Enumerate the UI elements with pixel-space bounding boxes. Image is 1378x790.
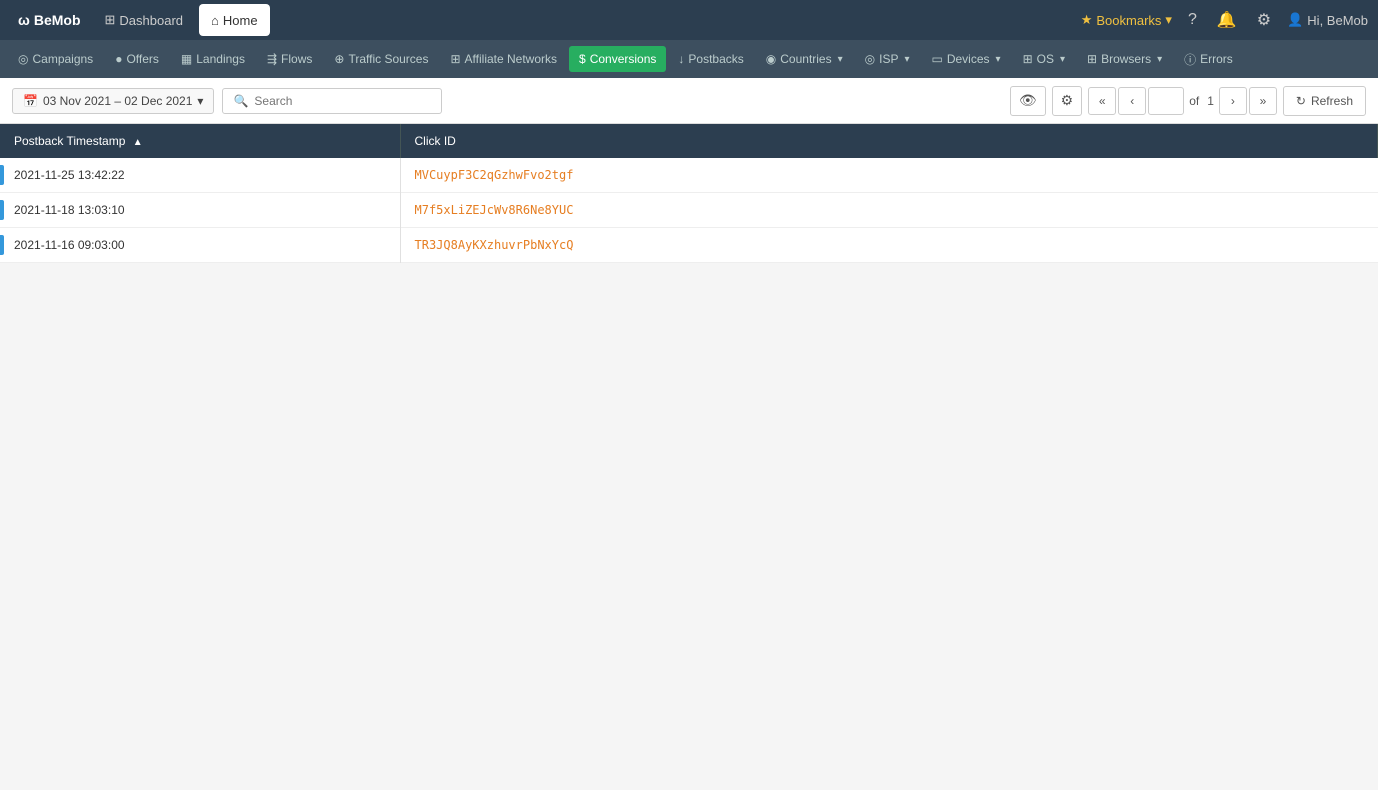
last-page-button[interactable]: » — [1249, 87, 1277, 115]
devices-icon: ▭ — [932, 52, 943, 66]
nav-conversions[interactable]: $ Conversions — [569, 46, 666, 72]
nav-errors[interactable]: ⓘ Errors — [1174, 45, 1243, 74]
next-page-button[interactable]: › — [1219, 87, 1247, 115]
conversions-icon: $ — [579, 52, 586, 66]
search-box: 🔍 — [222, 88, 442, 114]
browsers-icon: ⊞ — [1087, 52, 1097, 66]
nav-browsers[interactable]: ⊞ Browsers — [1077, 46, 1172, 72]
nav-devices[interactable]: ▭ Devices — [922, 46, 1011, 72]
landings-icon: ▦ — [181, 52, 192, 66]
table-row: 2021-11-16 09:03:00 TR3JQ8AyKXzhuvrPbNxYc… — [0, 228, 1378, 263]
date-picker-button[interactable]: 📅 03 Nov 2021 – 02 Dec 2021 ▾ — [12, 88, 214, 114]
sort-icon: ▲ — [133, 137, 143, 148]
col-click-id[interactable]: Click ID — [400, 124, 1378, 158]
page-number-input[interactable]: 1 — [1148, 87, 1184, 115]
nav-campaigns[interactable]: ◎ Campaigns — [8, 46, 103, 72]
campaigns-icon: ◎ — [18, 52, 28, 66]
search-icon: 🔍 — [233, 94, 248, 108]
toolbar: 📅 03 Nov 2021 – 02 Dec 2021 ▾ 🔍 👁 ⚙ « ‹ … — [0, 78, 1378, 124]
flows-icon: ⇶ — [267, 52, 277, 66]
pagination: « ‹ 1 of 1 › » — [1088, 87, 1277, 115]
top-nav: ω BeMob ⊞ Dashboard ⌂ Home ★ Bookmarks ▾… — [0, 0, 1378, 40]
table-row: 2021-11-18 13:03:10 M7f5xLiZEJcWv8R6Ne8YU… — [0, 193, 1378, 228]
secondary-nav: ◎ Campaigns ● Offers ▦ Landings ⇶ Flows … — [0, 40, 1378, 78]
logo-icon: ω — [18, 12, 30, 28]
toolbar-right: 👁 ⚙ « ‹ 1 of 1 › » ↻ Refresh — [1010, 86, 1366, 116]
offers-icon: ● — [115, 52, 122, 66]
tab-home[interactable]: ⌂ Home — [199, 4, 270, 36]
cell-click-id: M7f5xLiZEJcWv8R6Ne8YUC — [400, 193, 1378, 228]
nav-offers[interactable]: ● Offers — [105, 46, 169, 72]
prev-page-button[interactable]: ‹ — [1118, 87, 1146, 115]
settings-tool-button[interactable]: ⚙ — [1052, 86, 1083, 116]
settings-button[interactable]: ⚙ — [1253, 6, 1275, 34]
click-id-link[interactable]: TR3JQ8AyKXzhuvrPbNxYcQ — [415, 238, 574, 252]
help-button[interactable]: ? — [1184, 7, 1201, 33]
nav-traffic-sources[interactable]: ⊕ Traffic Sources — [324, 46, 438, 72]
notifications-button[interactable]: 🔔 — [1213, 6, 1241, 34]
nav-os[interactable]: ⊞ OS — [1013, 46, 1075, 72]
table-row: 2021-11-25 13:42:22 MVCuypF3C2qGzhwFvo2tg… — [0, 158, 1378, 193]
table-container: Postback Timestamp ▲ Click ID 2021-11-25… — [0, 124, 1378, 263]
traffic-sources-icon: ⊕ — [334, 52, 344, 66]
row-indicator — [0, 200, 4, 220]
calendar-icon: 📅 — [23, 94, 38, 108]
errors-icon: ⓘ — [1184, 51, 1196, 68]
nav-isp[interactable]: ◎ ISP — [855, 46, 920, 72]
bookmarks-button[interactable]: ★ Bookmarks ▾ — [1081, 12, 1172, 28]
page-total: 1 — [1207, 94, 1214, 108]
isp-icon: ◎ — [865, 52, 875, 66]
chevron-down-icon: ▾ — [197, 94, 203, 108]
cell-click-id: MVCuypF3C2qGzhwFvo2tgf — [400, 158, 1378, 193]
nav-postbacks[interactable]: ↓ Postbacks — [668, 46, 753, 72]
cell-click-id: TR3JQ8AyKXzhuvrPbNxYcQ — [400, 228, 1378, 263]
dashboard-icon: ⊞ — [105, 12, 116, 28]
countries-icon: ◉ — [766, 52, 776, 66]
cell-postback-timestamp: 2021-11-25 13:42:22 — [0, 158, 400, 193]
cell-postback-timestamp: 2021-11-16 09:03:00 — [0, 228, 400, 263]
row-indicator — [0, 165, 4, 185]
os-icon: ⊞ — [1023, 52, 1033, 66]
refresh-icon: ↻ — [1296, 94, 1306, 108]
user-menu[interactable]: 👤 Hi, BeMob — [1287, 12, 1368, 28]
eye-icon: 👁 — [1019, 92, 1037, 109]
gear-icon: ⚙ — [1061, 92, 1074, 109]
page-of-label: of — [1189, 94, 1199, 108]
chevron-down-icon: ▾ — [1165, 12, 1172, 28]
postbacks-icon: ↓ — [678, 52, 684, 66]
nav-flows[interactable]: ⇶ Flows — [257, 46, 322, 72]
home-icon: ⌂ — [211, 13, 219, 28]
search-input[interactable] — [254, 94, 431, 108]
cell-postback-timestamp: 2021-11-18 13:03:10 — [0, 193, 400, 228]
click-id-link[interactable]: MVCuypF3C2qGzhwFvo2tgf — [415, 168, 574, 182]
affiliate-networks-icon: ⊞ — [450, 52, 460, 66]
row-indicator — [0, 235, 4, 255]
data-table: Postback Timestamp ▲ Click ID 2021-11-25… — [0, 124, 1378, 263]
nav-landings[interactable]: ▦ Landings — [171, 46, 255, 72]
col-postback-timestamp[interactable]: Postback Timestamp ▲ — [0, 124, 400, 158]
eye-button[interactable]: 👁 — [1010, 86, 1046, 116]
user-icon: 👤 — [1287, 12, 1303, 28]
nav-countries[interactable]: ◉ Countries — [756, 46, 853, 72]
tab-dashboard[interactable]: ⊞ Dashboard — [93, 4, 196, 36]
refresh-button[interactable]: ↻ Refresh — [1283, 86, 1366, 116]
star-icon: ★ — [1081, 12, 1093, 28]
table-header-row: Postback Timestamp ▲ Click ID — [0, 124, 1378, 158]
top-nav-right: ★ Bookmarks ▾ ? 🔔 ⚙ 👤 Hi, BeMob — [1081, 6, 1368, 34]
click-id-link[interactable]: M7f5xLiZEJcWv8R6Ne8YUC — [415, 203, 574, 217]
first-page-button[interactable]: « — [1088, 87, 1116, 115]
nav-affiliate-networks[interactable]: ⊞ Affiliate Networks — [440, 46, 567, 72]
logo: ω BeMob — [10, 12, 89, 28]
